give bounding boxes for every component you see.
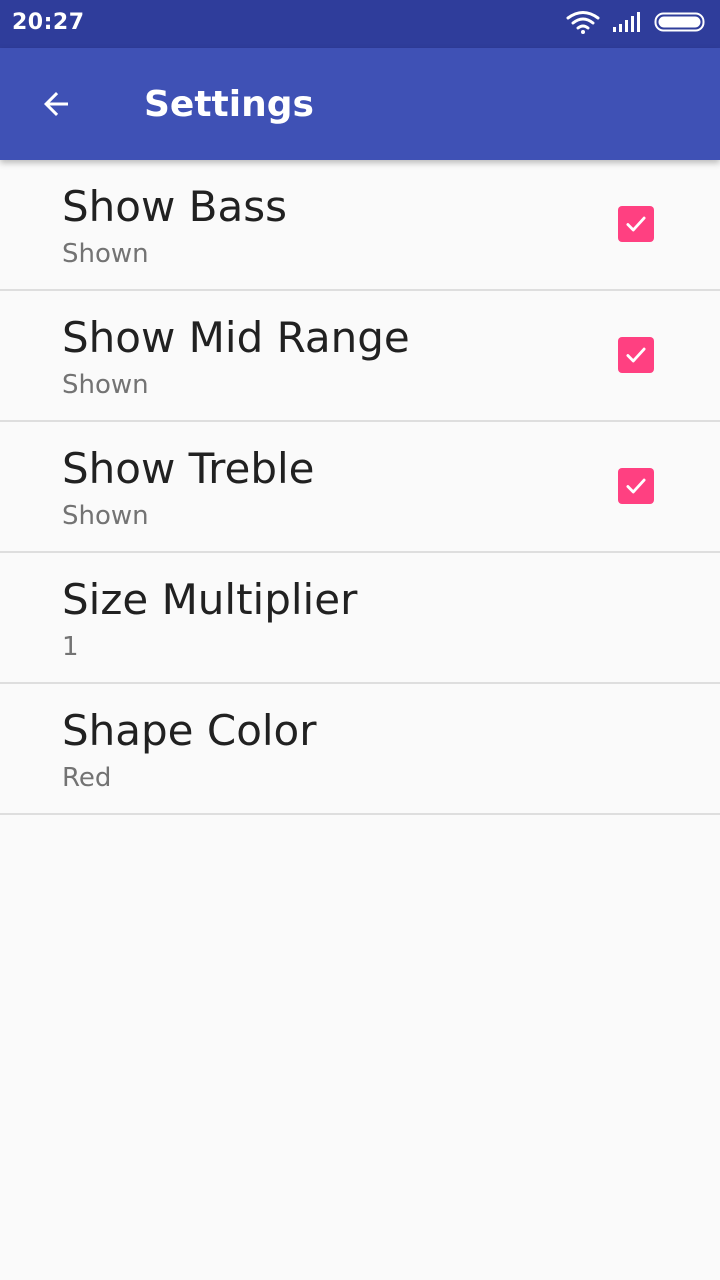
- preference-size-multiplier[interactable]: Size Multiplier 1: [0, 553, 720, 684]
- check-icon: [626, 216, 646, 232]
- back-button[interactable]: [28, 78, 84, 134]
- signal-icon: [612, 11, 642, 37]
- status-icons: [566, 10, 708, 38]
- preference-shape-color[interactable]: Shape Color Red: [0, 684, 720, 815]
- show-treble-checkbox[interactable]: [618, 468, 654, 504]
- status-bar: 20:27: [0, 0, 720, 48]
- preference-title: Shape Color: [62, 706, 317, 755]
- preference-summary: Shown: [62, 370, 149, 400]
- preference-show-bass[interactable]: Show Bass Shown: [0, 160, 720, 291]
- wifi-icon: [566, 10, 600, 38]
- preference-show-treble[interactable]: Show Treble Shown: [0, 422, 720, 553]
- settings-list: Show Bass Shown Show Mid Range Shown Sho…: [0, 160, 720, 815]
- preference-title: Show Bass: [62, 182, 287, 231]
- check-icon: [626, 347, 646, 363]
- preference-summary: Red: [62, 763, 112, 793]
- app-bar: Settings: [0, 48, 720, 160]
- show-bass-checkbox[interactable]: [618, 206, 654, 242]
- preference-title: Size Multiplier: [62, 575, 358, 624]
- check-icon: [626, 478, 646, 494]
- preference-title: Show Mid Range: [62, 313, 410, 362]
- battery-icon: [654, 10, 708, 38]
- status-time: 20:27: [12, 10, 85, 35]
- page-title: Settings: [144, 84, 314, 125]
- preference-title: Show Treble: [62, 444, 315, 493]
- preference-summary: Shown: [62, 501, 149, 531]
- arrow-back-icon: [38, 86, 74, 126]
- show-mid-range-checkbox[interactable]: [618, 337, 654, 373]
- preference-show-mid-range[interactable]: Show Mid Range Shown: [0, 291, 720, 422]
- preference-summary: Shown: [62, 239, 149, 269]
- preference-summary: 1: [62, 632, 79, 662]
